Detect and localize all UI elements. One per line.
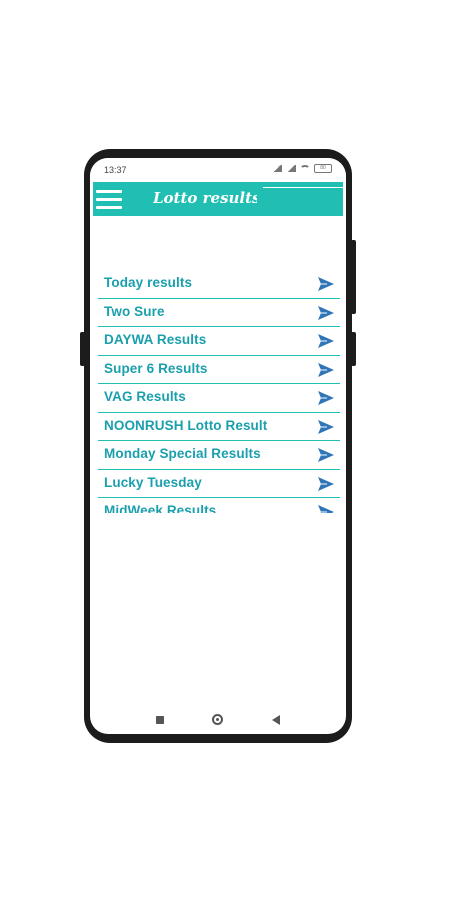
results-list[interactable]: Today results Two Sure DAYWA Results Sup… [98, 270, 340, 513]
signal-icon [286, 165, 296, 172]
list-item-daywa-results[interactable]: DAYWA Results [98, 327, 340, 356]
list-item-monday-special-results[interactable]: Monday Special Results [98, 441, 340, 470]
app-title: Lotto results [153, 189, 257, 207]
send-arrow-icon [318, 334, 334, 348]
status-time: 13:37 [104, 165, 127, 175]
wifi-icon [300, 164, 310, 173]
list-item-two-sure[interactable]: Two Sure [98, 299, 340, 327]
list-item-midweek-results[interactable]: MidWeek Results [98, 498, 340, 513]
send-arrow-icon [318, 277, 334, 291]
send-arrow-icon [318, 305, 334, 320]
list-item-noonrush-lotto-result[interactable]: NOONRUSH Lotto Result [98, 413, 340, 441]
list-item-label: Two Sure [104, 303, 165, 319]
back-icon[interactable] [272, 715, 280, 725]
send-arrow-icon [318, 476, 334, 491]
list-item-label: Monday Special Results [104, 446, 261, 461]
list-item-label: MidWeek Results [104, 503, 217, 513]
send-arrow-icon [318, 362, 334, 377]
battery-icon: 80 [314, 164, 332, 173]
status-icons: 80 [272, 164, 332, 173]
send-arrow-icon [318, 419, 334, 434]
signal-icon [272, 165, 282, 172]
list-item-lucky-tuesday[interactable]: Lucky Tuesday [98, 470, 340, 498]
list-item-today-results[interactable]: Today results [98, 270, 340, 299]
app-bar: Lotto results [93, 182, 343, 216]
send-arrow-icon [318, 505, 334, 513]
list-item-label: NOONRUSH Lotto Result [104, 417, 268, 433]
list-item-label: VAG Results [104, 389, 186, 404]
app-bar-divider [263, 187, 343, 188]
list-item-label: DAYWA Results [104, 332, 207, 347]
recent-apps-icon[interactable] [156, 716, 164, 724]
system-nav-bar [90, 708, 346, 732]
list-item-label: Today results [104, 275, 193, 290]
status-bar: 13:37 80 [90, 158, 346, 182]
list-item-super-6-results[interactable]: Super 6 Results [98, 356, 340, 384]
list-item-vag-results[interactable]: VAG Results [98, 384, 340, 413]
list-item-label: Super 6 Results [104, 360, 208, 376]
send-arrow-icon [318, 448, 334, 462]
phone-screen: 13:37 80 Lotto results Today results Two… [90, 158, 346, 734]
send-arrow-icon [318, 391, 334, 405]
home-icon[interactable] [212, 714, 223, 725]
list-item-label: Lucky Tuesday [104, 474, 202, 490]
hamburger-menu-icon[interactable] [96, 188, 122, 210]
